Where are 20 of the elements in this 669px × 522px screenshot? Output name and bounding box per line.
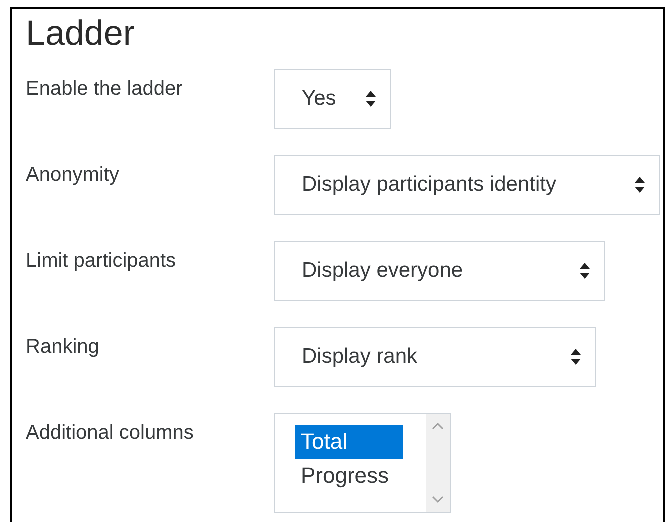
sort-arrows-icon (366, 91, 376, 107)
field-label: Enable the ladder (26, 77, 184, 101)
scrollbar[interactable] (426, 414, 450, 512)
list-option[interactable]: Total (295, 425, 403, 459)
list-option[interactable]: Progress (295, 459, 403, 493)
field-label: Anonymity (26, 163, 120, 187)
scroll-down-icon[interactable] (432, 496, 444, 504)
section-title: Ladder (26, 13, 136, 55)
field-label: Ranking (26, 335, 100, 359)
field-label: Limit participants (26, 249, 178, 273)
dropdown-select[interactable]: Display participants identity (274, 155, 660, 215)
scroll-up-icon[interactable] (432, 422, 444, 430)
dropdown-select[interactable]: Display everyone (274, 241, 605, 301)
sort-arrows-icon (635, 177, 645, 193)
dropdown-select[interactable]: Yes (274, 69, 391, 129)
list-box[interactable]: Total Progress (274, 413, 451, 513)
dropdown-select[interactable]: Display rank (274, 327, 596, 387)
field-label: Additional columns (26, 421, 195, 445)
sort-arrows-icon (580, 263, 590, 279)
sort-arrows-icon (571, 349, 581, 365)
